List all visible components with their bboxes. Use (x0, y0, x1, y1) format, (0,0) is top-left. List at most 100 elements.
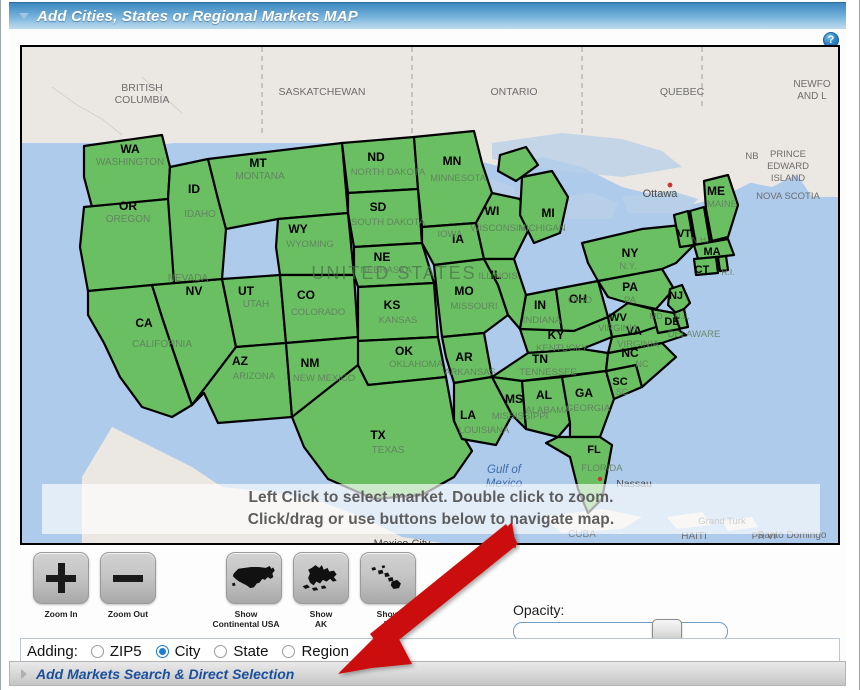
radio-state[interactable]: State (214, 643, 268, 660)
svg-text:SD: SD (370, 200, 387, 214)
svg-text:R.I.: R.I. (721, 267, 734, 277)
svg-text:CT: CT (695, 264, 710, 276)
svg-text:NORTH DAKOTA: NORTH DAKOTA (351, 167, 426, 178)
svg-text:SC: SC (616, 387, 629, 397)
radio-region[interactable]: Region (282, 643, 349, 660)
opacity-control: Opacity: (513, 602, 738, 646)
svg-text:ARIZONA: ARIZONA (233, 371, 276, 382)
show-ak-button[interactable]: Show AK (293, 552, 349, 629)
svg-text:ME: ME (707, 184, 725, 198)
svg-text:MT: MT (249, 156, 267, 170)
svg-text:AZ: AZ (232, 354, 248, 368)
svg-text:MICHIGAN: MICHIGAN (518, 223, 566, 234)
svg-text:OHIO: OHIO (568, 295, 592, 306)
svg-text:VT: VT (677, 228, 691, 240)
svg-text:HAITI: HAITI (681, 531, 707, 542)
svg-text:EDWARD: EDWARD (767, 161, 809, 172)
radio-region-label: Region (301, 642, 349, 660)
svg-text:FL: FL (587, 444, 601, 456)
radio-zip5-label: ZIP5 (109, 642, 142, 660)
svg-text:GA: GA (575, 386, 593, 400)
svg-text:AL: AL (536, 388, 552, 402)
svg-text:DELAWARE: DELAWARE (668, 329, 721, 340)
show-ak-label: Show AK (309, 609, 333, 629)
map-graphic[interactable]: BRITISH COLUMBIA SASKATCHEWAN ONTARIO QU… (22, 47, 838, 543)
zoom-out-label: Zoom Out (107, 609, 149, 619)
adding-label: Adding: (27, 642, 78, 660)
svg-text:Nassau: Nassau (616, 478, 652, 490)
svg-text:DE: DE (664, 316, 679, 328)
radio-zip5[interactable]: ZIP5 (90, 642, 142, 660)
svg-text:N.H.: N.H. (692, 235, 709, 245)
svg-text:NC: NC (636, 359, 649, 369)
triangle-right-icon[interactable] (21, 668, 27, 679)
svg-text:Mexico: Mexico (486, 478, 523, 490)
svg-text:WI: WI (485, 204, 500, 218)
svg-text:SOUTH DAKOTA: SOUTH DAKOTA (351, 217, 426, 228)
svg-text:MS: MS (505, 392, 523, 406)
add-markets-search-bar[interactable]: Add Markets Search & Direct Selection (9, 661, 846, 686)
svg-text:WASHINGTON: WASHINGTON (96, 157, 164, 168)
svg-text:NM: NM (301, 356, 320, 370)
svg-text:IDAHO: IDAHO (184, 209, 216, 220)
svg-text:MONTANA: MONTANA (235, 171, 285, 182)
svg-text:TEXAS: TEXAS (372, 445, 405, 456)
add-markets-search-label: Add Markets Search & Direct Selection (36, 665, 295, 682)
radio-state-dot[interactable] (214, 644, 228, 658)
svg-text:WYOMING: WYOMING (286, 239, 334, 250)
map-controls: Zoom In Zoom Out Show Continental USA Sh… (20, 550, 840, 646)
radio-zip5-dot[interactable] (90, 644, 104, 658)
radio-region-dot[interactable] (282, 644, 296, 658)
svg-text:Mexico City: Mexico City (374, 538, 431, 543)
svg-text:AND L: AND L (797, 91, 827, 102)
svg-text:NEWFO: NEWFO (793, 79, 830, 90)
usa-map-icon (231, 566, 275, 589)
svg-text:WA: WA (120, 142, 140, 156)
svg-text:MD: MD (649, 311, 662, 321)
radio-city[interactable]: City (155, 643, 200, 660)
panel-header[interactable]: Add Cities, States or Regional Markets M… (9, 2, 846, 29)
radio-city-dot[interactable] (155, 644, 169, 658)
triangle-down-icon[interactable] (19, 13, 29, 19)
region-button-group: Show Continental USA Show AK Show HI (212, 552, 416, 629)
svg-text:MO: MO (454, 284, 473, 298)
svg-text:PA: PA (624, 295, 637, 306)
svg-text:NOVA SCOTIA: NOVA SCOTIA (756, 191, 820, 202)
zoom-in-label: Zoom In (44, 609, 78, 619)
svg-text:IOWA: IOWA (438, 229, 464, 240)
svg-text:KS: KS (384, 298, 401, 312)
svg-text:Gulf of: Gulf of (487, 464, 523, 476)
svg-text:UTAH: UTAH (243, 299, 269, 310)
show-hi-label: Show HI (376, 609, 400, 629)
svg-text:VIRGINIA: VIRGINIA (598, 323, 638, 333)
zoom-out-button[interactable]: Zoom Out (100, 552, 156, 619)
svg-text:MI: MI (541, 206, 554, 220)
svg-text:SASKATCHEWAN: SASKATCHEWAN (279, 86, 366, 98)
svg-text:PR VI: PR VI (752, 531, 777, 542)
map-canvas[interactable]: BRITISH COLUMBIA SASKATCHEWAN ONTARIO QU… (20, 45, 840, 545)
show-continental-usa-button[interactable]: Show Continental USA (212, 552, 282, 629)
svg-text:TN: TN (532, 352, 548, 366)
svg-text:NB: NB (745, 151, 758, 162)
minus-icon (100, 552, 156, 604)
svg-text:OR: OR (119, 199, 137, 213)
zoom-in-button[interactable]: Zoom In (33, 552, 89, 619)
svg-text:IN: IN (534, 298, 546, 312)
svg-text:MA: MA (703, 246, 720, 258)
svg-text:VIRGINIA: VIRGINIA (617, 339, 659, 350)
svg-text:TX: TX (370, 428, 385, 442)
svg-text:WY: WY (288, 222, 307, 236)
hawaii-map-icon (371, 565, 401, 590)
show-hi-button[interactable]: Show HI (360, 552, 416, 629)
svg-text:ISLAND: ISLAND (771, 173, 805, 184)
svg-text:PA: PA (622, 280, 638, 294)
svg-text:TENNESSEE: TENNESSEE (519, 367, 577, 378)
svg-text:NEVADA: NEVADA (168, 273, 209, 284)
svg-text:ND: ND (367, 150, 385, 164)
svg-text:LA: LA (460, 408, 476, 422)
svg-text:COLORADO: COLORADO (291, 307, 345, 318)
svg-text:Grand Turk: Grand Turk (698, 516, 746, 527)
frame-border-left (0, 0, 1, 690)
svg-text:OKLAHOMA: OKLAHOMA (389, 359, 444, 370)
svg-text:NEBRASKA: NEBRASKA (360, 265, 412, 276)
